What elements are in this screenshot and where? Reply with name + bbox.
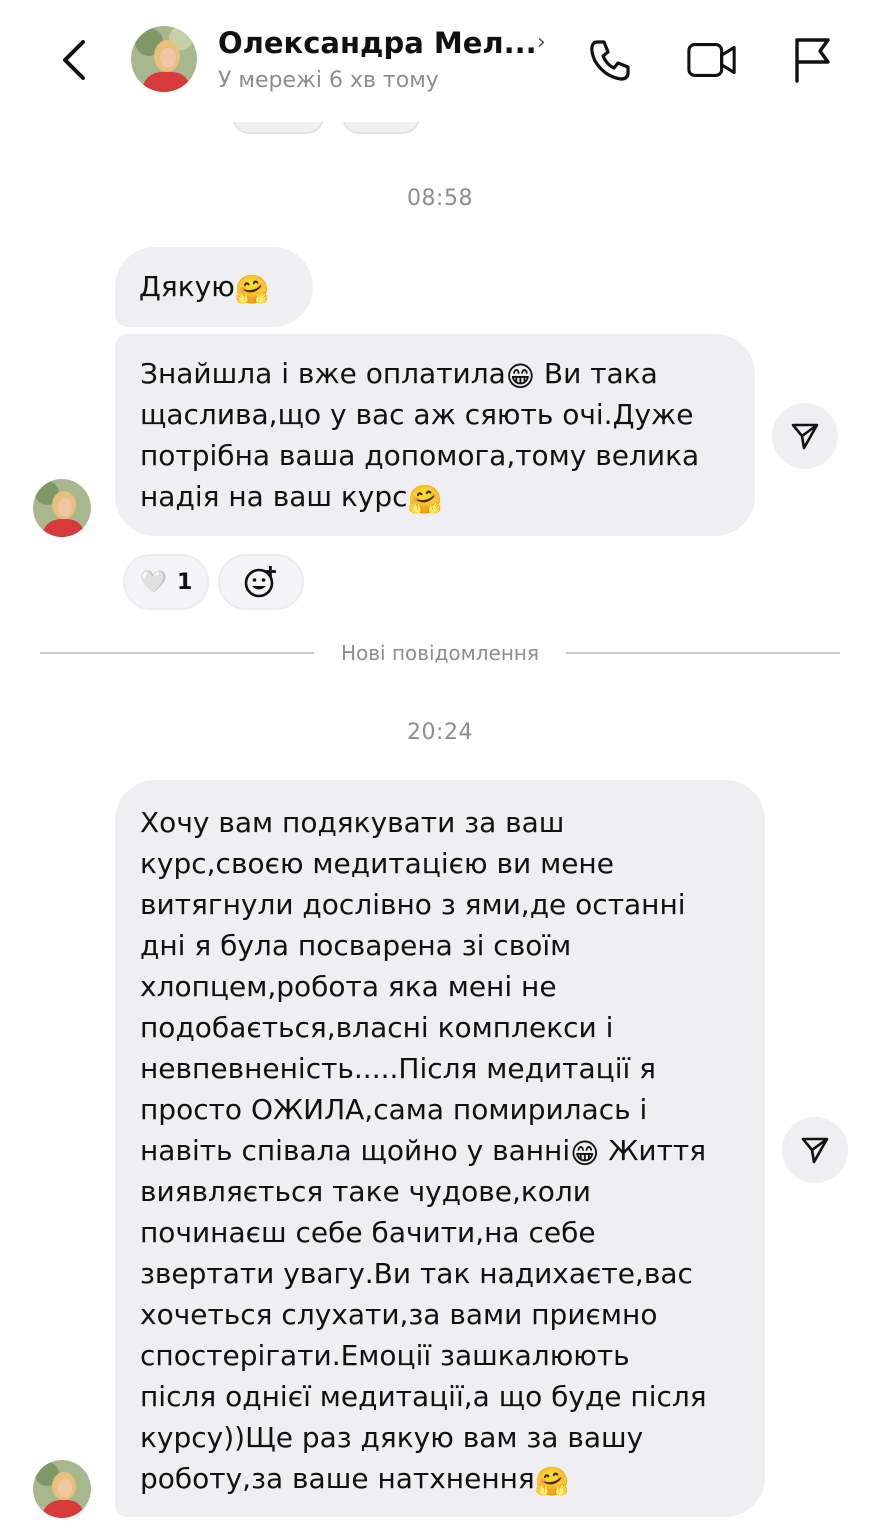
message-bubble[interactable]: Дякую🤗 <box>115 247 313 327</box>
hugging-face-emoji: 🤗 <box>407 483 443 516</box>
chat-header: Олександра Мел... › У мережі 6 хв тому <box>0 0 880 122</box>
sender-avatar[interactable] <box>33 1460 91 1518</box>
hugging-face-emoji: 🤗 <box>234 273 270 306</box>
reaction-pill[interactable]: 🤍 1 <box>123 554 209 610</box>
share-button[interactable] <box>782 1117 848 1183</box>
message-bubble[interactable]: Хочу вам подякувати за ваш курс,своєю ме… <box>115 780 765 1517</box>
message-line: роботу,за ваше натхнення🤗 <box>140 1462 570 1498</box>
message-line: курс,своєю медитацією ви мене <box>140 847 614 880</box>
message-line: просто ОЖИЛА,сама помирилась і <box>140 1093 648 1126</box>
message-line: невпевненість.....Після медитації я <box>140 1052 657 1085</box>
message-line: хочеться слухати,за вами приємно <box>140 1298 658 1331</box>
reaction-count: 1 <box>177 569 193 595</box>
new-messages-label: Нові повідомлення <box>340 641 540 665</box>
share-button[interactable] <box>772 403 838 469</box>
message-line: подобається,власні комплекси і <box>140 1011 614 1044</box>
message-line: курсу))Ще раз дякую вам за вашу <box>140 1421 644 1454</box>
message-line: витягнули дослівно з ями,де останні <box>140 888 686 921</box>
phone-icon[interactable] <box>584 34 636 86</box>
white-heart-emoji: 🤍 <box>139 569 168 595</box>
send-arrow-icon <box>791 423 819 450</box>
message-line: надія на ваш курс🤗 <box>140 480 443 516</box>
message-line: потрібна ваша допомога,тому велика <box>140 439 700 472</box>
grinning-emoji: 😁 <box>570 1137 600 1170</box>
timestamp: 08:58 <box>407 186 473 211</box>
message-bubble[interactable]: Знайшла і вже оплатила😁 Ви така щаслива,… <box>115 334 755 536</box>
hugging-face-emoji: 🤗 <box>534 1465 570 1498</box>
message-text: Дякую <box>139 270 235 303</box>
message-line: Хочу вам подякувати за ваш <box>140 806 565 839</box>
online-status: У мережі 6 хв тому <box>218 68 439 93</box>
timestamp: 20:24 <box>407 720 473 745</box>
message-line: щаслива,що у вас аж сяють очі.Дуже <box>140 398 694 431</box>
add-reaction-icon <box>244 566 276 598</box>
message-line: дні я була посварена зі своїм <box>140 929 572 962</box>
back-arrow-icon[interactable] <box>52 34 96 86</box>
flag-icon[interactable] <box>786 34 838 86</box>
message-line: Знайшла і вже оплатила😁 Ви така <box>140 357 658 393</box>
chevron-right-icon[interactable]: › <box>537 30 546 55</box>
message-line: звертати увагу.Ви так надихаєте,вас <box>140 1257 693 1290</box>
message-line: навіть співала щойно у ванні😁 Життя <box>140 1134 707 1170</box>
message-line: після однієї медитації,а що буде після <box>140 1380 707 1413</box>
grinning-emoji: 😁 <box>505 360 535 393</box>
add-reaction-button[interactable] <box>218 554 304 610</box>
contact-avatar[interactable] <box>131 26 197 92</box>
message-line: хлопцем,робота яка мені не <box>140 970 557 1003</box>
contact-name[interactable]: Олександра Мел... <box>218 26 537 60</box>
send-arrow-icon <box>801 1137 829 1164</box>
video-camera-icon[interactable] <box>686 34 738 86</box>
sender-avatar[interactable] <box>33 479 91 537</box>
message-line: спостерігати.Емоції зашкалюють <box>140 1339 630 1372</box>
message-line: виявляється таке чудове,коли <box>140 1175 591 1208</box>
message-line: починаєш себе бачити,на себе <box>140 1216 596 1249</box>
